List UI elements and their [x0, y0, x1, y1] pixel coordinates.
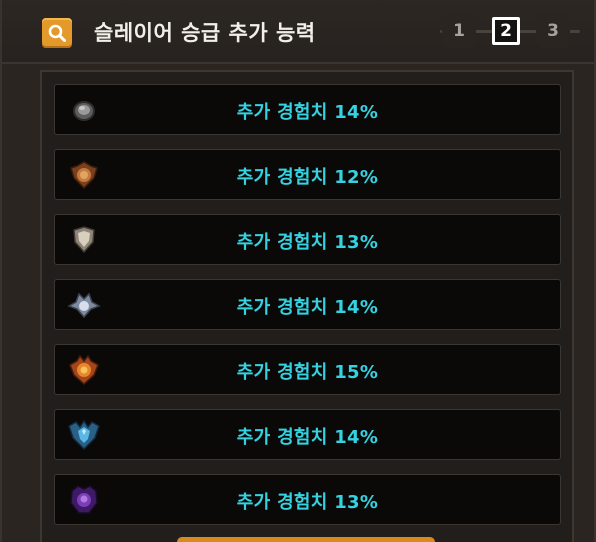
ability-list-panel: 추가 경험치 14% 추가 경험치 12% 추가 경험치 13% 추가 경험치 …: [40, 70, 574, 542]
ability-row-platinum: 추가 경험치 14%: [54, 279, 561, 330]
page-selector: 1 2 3: [440, 14, 580, 48]
page-2-button[interactable]: 2: [492, 17, 520, 45]
ability-text: 추가 경험치 13%: [236, 491, 379, 513]
window-header: 슬레이어 승급 추가 능력 1 2 3: [2, 0, 594, 64]
search-icon[interactable]: [42, 18, 72, 48]
ability-text: 추가 경험치 14%: [236, 101, 379, 123]
ability-text: 추가 경험치 12%: [236, 166, 379, 188]
page-3-button[interactable]: 3: [536, 14, 570, 48]
ability-text: 추가 경험치 14%: [236, 296, 379, 318]
window-title: 슬레이어 승급 추가 능력: [94, 21, 316, 45]
ability-text: 추가 경험치 13%: [236, 231, 379, 253]
ability-row-master: 추가 경험치 13%: [54, 474, 561, 525]
ability-text: 추가 경험치 15%: [236, 361, 379, 383]
ability-row-iron: 추가 경험치 14%: [54, 84, 561, 135]
ability-row-diamond: 추가 경험치 14%: [54, 409, 561, 460]
page-1-button[interactable]: 1: [442, 14, 476, 48]
ability-row-bronze: 추가 경험치 12%: [54, 149, 561, 200]
bottom-tab[interactable]: [177, 537, 435, 542]
ability-row-gold: 추가 경험치 15%: [54, 344, 561, 395]
ability-row-silver: 추가 경험치 13%: [54, 214, 561, 265]
ability-text: 추가 경험치 14%: [236, 426, 379, 448]
slayer-promotion-window: 슬레이어 승급 추가 능력 1 2 3 추가 경험치 14% 추가 경험치 12…: [0, 0, 596, 542]
